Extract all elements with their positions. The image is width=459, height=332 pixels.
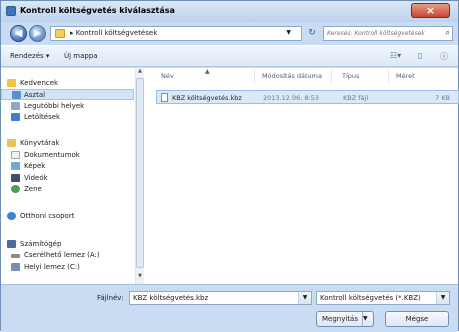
- filetype-select[interactable]: Kontroll költségvetés (*.KBZ) ▼: [316, 291, 450, 305]
- sidebar-item-label: Helyi lemez (C:): [24, 263, 80, 271]
- forward-button[interactable]: ▶: [29, 25, 46, 42]
- file-type: KBZ fájl: [343, 94, 369, 102]
- file-name: KBZ költségvetés.kbz: [172, 94, 242, 102]
- column-header-modified[interactable]: Módosítás dátuma: [262, 72, 322, 80]
- star-icon: [7, 79, 16, 87]
- chevron-down-icon[interactable]: ▼: [362, 312, 373, 326]
- scroll-up-icon[interactable]: ▲: [136, 68, 144, 77]
- downloads-icon: [11, 113, 20, 121]
- address-bar[interactable]: ▸ Kontroll költségvetések ▼: [50, 26, 302, 41]
- sidebar-item-label: Zene: [24, 185, 42, 193]
- new-folder-button[interactable]: Új mappa: [64, 52, 98, 60]
- documents-icon: [11, 151, 20, 159]
- back-arrow-icon: ◀: [14, 28, 23, 39]
- sidebar-item-label: Dokumentumok: [24, 151, 80, 159]
- scroll-thumb[interactable]: [136, 78, 144, 268]
- sidebar-item-label: Számítógép: [20, 240, 62, 248]
- sidebar-item-documents[interactable]: Dokumentumok: [1, 150, 134, 161]
- file-row[interactable]: KBZ költségvetés.kbz 2013.12.06. 8:53 KB…: [156, 90, 459, 104]
- open-button-label: Megnyitás: [322, 315, 358, 323]
- column-header-type[interactable]: Típus: [342, 72, 359, 80]
- folder-icon: [55, 29, 65, 38]
- sidebar-item-drive-c[interactable]: Helyi lemez (C:): [1, 262, 134, 273]
- homegroup-icon: [7, 212, 16, 220]
- search-box[interactable]: ⌕: [323, 26, 453, 41]
- browser-body: Kedvencek Asztal Legutóbbi helyek Letölt…: [1, 68, 459, 284]
- column-divider: [331, 70, 332, 84]
- scroll-down-icon[interactable]: ▼: [136, 273, 144, 282]
- column-header-size[interactable]: Méret: [396, 72, 415, 80]
- file-open-dialog: Kontroll költségvetés kiválasztása × ◀ ▶…: [0, 0, 459, 332]
- local-disk-icon: [11, 263, 20, 271]
- title-bar: Kontroll költségvetés kiválasztása ×: [1, 1, 458, 22]
- back-button[interactable]: ◀: [10, 25, 27, 42]
- desktop-icon: [12, 91, 21, 99]
- chevron-down-icon[interactable]: ▼: [298, 292, 311, 304]
- sidebar-item-label: Videók: [24, 174, 48, 182]
- sidebar-item-label: Legutóbbi helyek: [24, 102, 85, 110]
- sidebar-item-label: Cserélhető lemez (A:): [24, 251, 100, 259]
- forward-arrow-icon: ▶: [33, 28, 42, 39]
- sidebar-item-label: Letöltések: [24, 113, 61, 121]
- sidebar-item-music[interactable]: Zene: [1, 184, 134, 195]
- chevron-down-icon[interactable]: ▼: [286, 29, 291, 36]
- toolbar: Rendezés ▾ Új mappa ☷▾ ▯ ⓘ: [1, 45, 458, 67]
- sidebar-item-libraries[interactable]: Könyvtárak: [1, 138, 134, 149]
- column-header-name[interactable]: Név: [161, 72, 174, 80]
- sidebar-item-favorites[interactable]: Kedvencek: [1, 78, 134, 89]
- videos-icon: [11, 174, 20, 182]
- close-button[interactable]: ×: [411, 3, 450, 18]
- sidebar-item-drive-a[interactable]: Cserélhető lemez (A:): [1, 250, 134, 261]
- refresh-button[interactable]: ↻: [305, 26, 319, 41]
- sidebar-item-homegroup[interactable]: Otthoni csoport: [1, 211, 134, 222]
- column-divider: [254, 70, 255, 84]
- navigation-pane: Kedvencek Asztal Legutóbbi helyek Letölt…: [1, 68, 144, 284]
- window-title: Kontroll költségvetés kiválasztása: [20, 6, 175, 15]
- sidebar-item-desktop[interactable]: Asztal: [1, 89, 134, 100]
- address-row: ◀ ▶ ▸ Kontroll költségvetések ▼ ↻ ⌕: [1, 22, 458, 44]
- file-modified: 2013.12.06. 8:53: [263, 94, 319, 102]
- sidebar-item-label: Kedvencek: [20, 79, 59, 87]
- pictures-icon: [11, 162, 20, 170]
- sidebar-item-pictures[interactable]: Képek: [1, 161, 134, 172]
- search-icon[interactable]: ⌕: [446, 28, 450, 38]
- sidebar-item-label: Képek: [24, 162, 46, 170]
- organize-button[interactable]: Rendezés ▾: [10, 52, 49, 60]
- libraries-icon: [7, 139, 16, 147]
- recent-places-icon: [11, 102, 20, 110]
- sidebar-item-label: Könyvtárak: [20, 139, 60, 147]
- sidebar-item-downloads[interactable]: Letöltések: [1, 112, 134, 123]
- open-button[interactable]: Megnyitás ▼: [316, 311, 374, 327]
- filename-combobox[interactable]: ▼: [129, 291, 312, 305]
- removable-disk-icon: [11, 254, 20, 258]
- dialog-footer: Fájlnév: ▼ Kontroll költségvetés (*.KBZ)…: [1, 284, 458, 332]
- filename-input[interactable]: [133, 293, 293, 303]
- view-options-icon[interactable]: ☷▾: [390, 51, 401, 60]
- sidebar-item-label: Asztal: [24, 91, 46, 99]
- column-divider: [388, 70, 389, 84]
- music-icon: [11, 185, 20, 193]
- sidebar-item-recent[interactable]: Legutóbbi helyek: [1, 101, 134, 112]
- app-icon: [6, 6, 16, 16]
- refresh-icon: ↻: [308, 28, 316, 38]
- sort-arrow-icon: ▲: [205, 68, 210, 75]
- file-icon: [161, 93, 168, 102]
- filetype-value: Kontroll költségvetés (*.KBZ): [320, 294, 421, 302]
- sidebar-item-label: Otthoni csoport: [20, 212, 75, 220]
- sidebar-item-videos[interactable]: Videók: [1, 173, 134, 184]
- file-size: 7 KB: [435, 94, 450, 102]
- breadcrumb[interactable]: ▸ Kontroll költségvetések: [70, 29, 157, 37]
- nav-scrollbar[interactable]: ▲ ▼: [135, 68, 144, 284]
- sidebar-item-computer[interactable]: Számítógép: [1, 239, 134, 250]
- preview-pane-icon[interactable]: ▯: [418, 51, 422, 60]
- chevron-down-icon[interactable]: ▼: [436, 292, 449, 304]
- search-input[interactable]: [327, 28, 439, 39]
- filename-label: Fájlnév:: [97, 294, 124, 302]
- cancel-button[interactable]: Mégse: [385, 311, 449, 327]
- file-list: Név ▲ Módosítás dátuma Típus Méret KBZ k…: [145, 68, 459, 284]
- computer-icon: [7, 240, 16, 248]
- help-icon[interactable]: ⓘ: [440, 51, 448, 62]
